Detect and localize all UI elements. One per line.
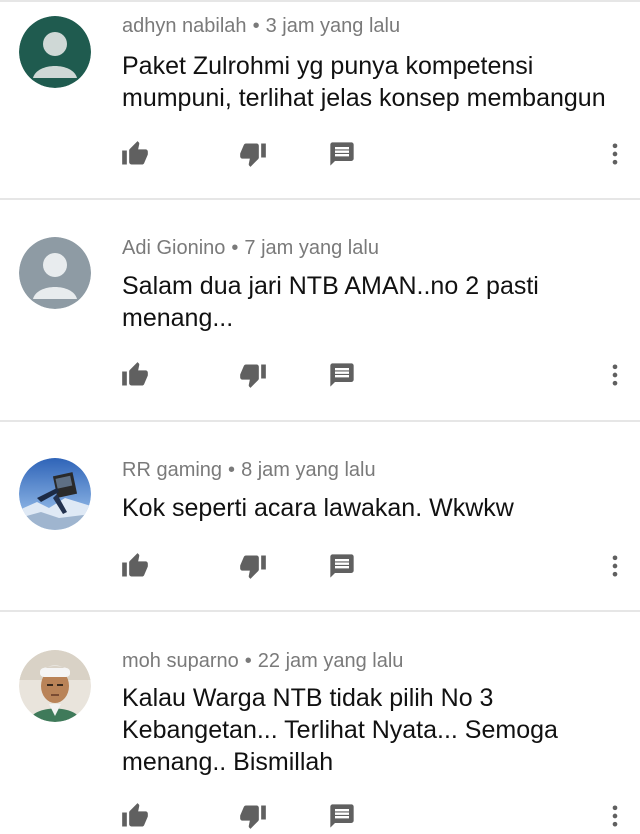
like-button[interactable]	[117, 548, 153, 584]
comment-time[interactable]: 7 jam yang lalu	[244, 237, 379, 259]
comment-actions	[0, 548, 640, 584]
dislike-button[interactable]	[235, 357, 271, 393]
avatar[interactable]	[19, 458, 91, 530]
dislike-button[interactable]	[235, 136, 271, 172]
meta-separator: •	[228, 459, 236, 481]
comment-actions	[0, 798, 640, 834]
reply-icon	[330, 554, 354, 578]
reply-icon	[330, 363, 354, 387]
dislike-button[interactable]	[235, 548, 271, 584]
more-vert-icon	[612, 555, 618, 577]
meta-separator: •	[231, 237, 239, 259]
thumb-down-icon	[240, 364, 266, 388]
more-options-button[interactable]	[597, 136, 633, 172]
avatar[interactable]	[19, 650, 91, 722]
comment-time[interactable]: 8 jam yang lalu	[241, 459, 376, 481]
comment-time[interactable]: 22 jam yang lalu	[258, 650, 404, 672]
comment-meta: adhyn nabilah • 3 jam yang lalu	[122, 15, 400, 38]
comment-time[interactable]: 3 jam yang lalu	[266, 15, 401, 37]
thumb-up-icon	[122, 553, 148, 577]
comment-text: Paket Zulrohmi yg punya kompetensi mumpu…	[122, 52, 606, 112]
more-options-button[interactable]	[597, 357, 633, 393]
reply-button[interactable]	[324, 798, 360, 834]
reply-icon	[330, 142, 354, 166]
comment-author[interactable]: moh suparno	[122, 650, 239, 672]
comment-text: Kok seperti acara lawakan. Wkwkw	[122, 494, 514, 522]
meta-separator: •	[244, 650, 252, 672]
comment-meta: moh suparno • 22 jam yang lalu	[122, 650, 403, 673]
comment-meta: Adi Gionino • 7 jam yang lalu	[122, 237, 379, 260]
comment-item: RR gaming • 8 jam yang lalu Kok seperti ac…	[0, 422, 640, 612]
comment-item: moh suparno • 22 jam yang lalu Kalau Warga…	[0, 612, 640, 829]
like-button[interactable]	[117, 798, 153, 834]
default-avatar-icon	[19, 237, 91, 309]
comment-meta: RR gaming • 8 jam yang lalu	[122, 459, 376, 482]
reply-button[interactable]	[324, 136, 360, 172]
comment-author[interactable]: RR gaming	[122, 459, 222, 481]
avatar[interactable]	[19, 16, 91, 88]
thumb-up-icon	[122, 362, 148, 386]
comment-item: adhyn nabilah • 3 jam yang lalu Paket Zulr…	[0, 0, 640, 200]
reply-button[interactable]	[324, 548, 360, 584]
default-avatar-icon	[19, 16, 91, 88]
comment-actions	[0, 357, 640, 393]
meta-separator: •	[252, 15, 260, 37]
comment-actions	[0, 136, 640, 172]
like-button[interactable]	[117, 136, 153, 172]
more-vert-icon	[612, 364, 618, 386]
dislike-button[interactable]	[235, 798, 271, 834]
avatar[interactable]	[19, 237, 91, 309]
like-button[interactable]	[117, 357, 153, 393]
more-vert-icon	[612, 143, 618, 165]
thumb-down-icon	[240, 555, 266, 579]
reply-button[interactable]	[324, 357, 360, 393]
thumb-down-icon	[240, 143, 266, 167]
comment-text: Kalau Warga NTB tidak pilih No 3 Kebange…	[122, 684, 558, 776]
comment-author[interactable]: adhyn nabilah	[122, 15, 247, 37]
more-options-button[interactable]	[597, 548, 633, 584]
comment-item: Adi Gionino • 7 jam yang lalu Salam dua ja…	[0, 200, 640, 422]
profile-photo-icon	[19, 458, 91, 530]
thumb-up-icon	[122, 141, 148, 165]
comment-text: Salam dua jari NTB AMAN..no 2 pasti mena…	[122, 272, 539, 332]
profile-photo-icon	[19, 650, 91, 722]
comment-author[interactable]: Adi Gionino	[122, 237, 225, 259]
more-options-button[interactable]	[597, 798, 633, 834]
